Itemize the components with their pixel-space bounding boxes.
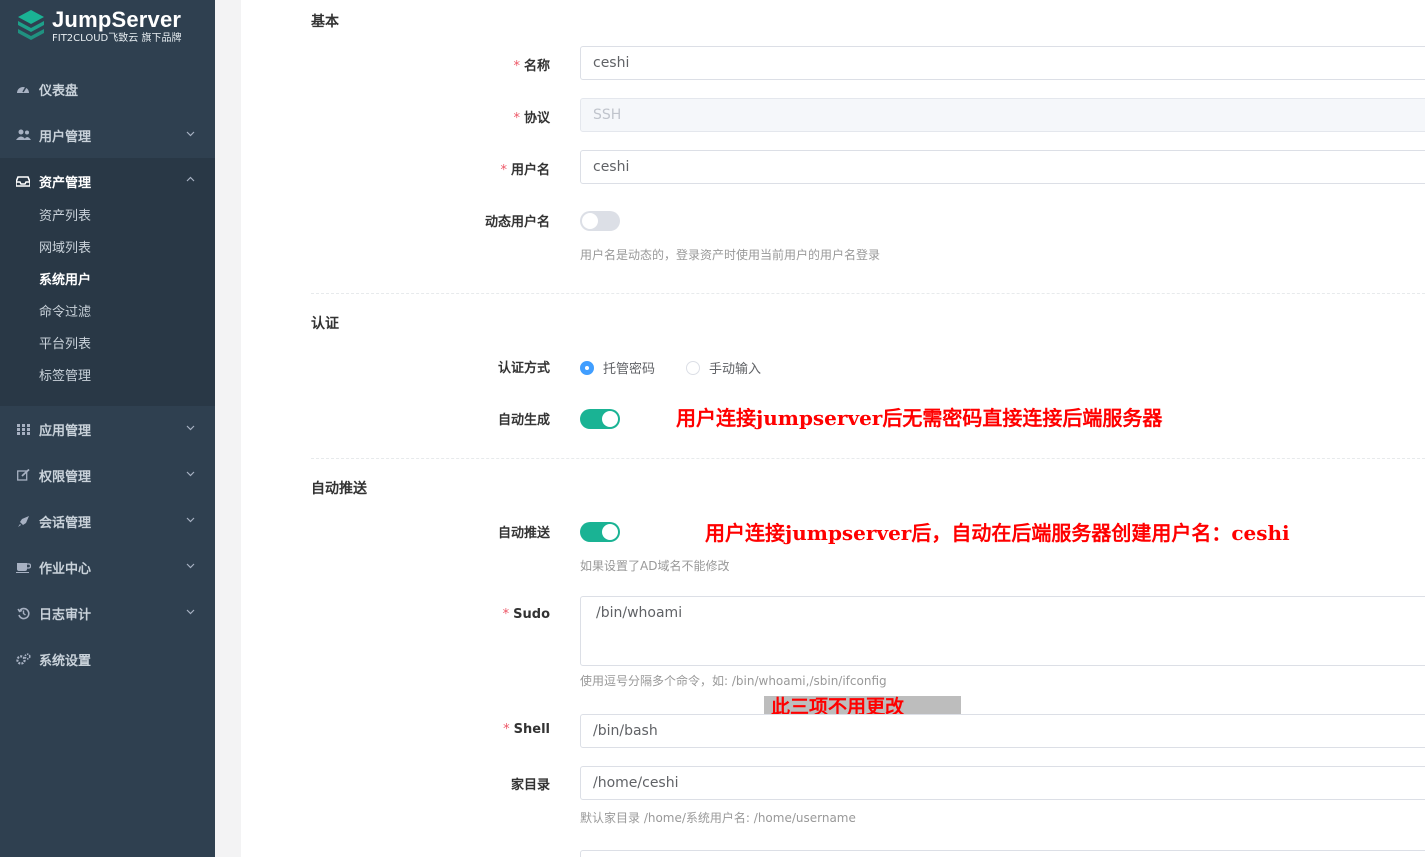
shell-input[interactable]: /bin/bash	[580, 714, 1425, 748]
sidebar-item-label: 仪表盘	[39, 83, 79, 99]
protocol-label: * 协议	[513, 111, 550, 126]
required-mark: *	[502, 607, 510, 622]
rocket-icon	[15, 514, 31, 528]
users-icon	[15, 128, 31, 142]
section-title-auto-push: 自动推送	[311, 481, 367, 497]
brand-logo[interactable]: JumpServer FIT2CLOUD飞致云 旗下品牌	[0, 0, 215, 66]
radio-unchecked-icon	[686, 360, 700, 375]
sidebar-item-label: 资产管理	[39, 175, 92, 191]
section-divider	[311, 458, 1425, 459]
sidebar-subitem-command-filter[interactable]: 命令过滤	[39, 303, 91, 323]
chevron-up-icon	[186, 176, 195, 182]
chevron-down-icon	[186, 471, 195, 477]
switch-knob	[582, 213, 598, 229]
required-mark: *	[513, 59, 520, 74]
required-mark: *	[503, 722, 510, 737]
sudo-label: * Sudo	[502, 607, 550, 622]
sidebar-item-label: 权限管理	[39, 469, 92, 485]
annotation-auto-push: 用户连接jumpserver后，自动在后端服务器创建用户名：ceshi	[705, 521, 1290, 545]
section-title-basic: 基本	[311, 14, 339, 30]
shell-label: * Shell	[503, 722, 550, 737]
username-label: * 用户名	[500, 163, 550, 178]
radio-manual-input[interactable]: 手动输入	[686, 358, 761, 377]
dynamic-username-switch[interactable]	[580, 211, 620, 231]
name-input[interactable]: ceshi	[580, 46, 1425, 80]
inbox-icon	[15, 174, 31, 188]
next-field-input[interactable]	[580, 850, 1425, 857]
sidebar-item-label: 用户管理	[39, 129, 92, 145]
sidebar-item-label: 应用管理	[39, 423, 92, 439]
sidebar-subitem-platform-list[interactable]: 平台列表	[39, 335, 91, 355]
chevron-down-icon	[186, 425, 195, 431]
history-icon	[15, 606, 31, 620]
jumpserver-logo-icon	[18, 10, 44, 40]
radio-checked-icon	[580, 360, 594, 375]
auto-push-hint: 如果设置了AD域名不能修改	[580, 559, 730, 573]
sidebar-item-dashboard[interactable]: 仪表盘	[0, 66, 215, 112]
switch-knob	[602, 411, 618, 427]
sudo-hint: 使用逗号分隔多个命令，如: /bin/whoami,/sbin/ifconfig	[580, 674, 887, 688]
gears-icon	[15, 652, 31, 666]
section-divider	[311, 293, 1425, 294]
protocol-select: SSH	[580, 98, 1425, 132]
sidebar-subitem-asset-list[interactable]: 资产列表	[39, 207, 91, 227]
sidebar-item-assets[interactable]: 资产管理	[0, 158, 215, 204]
dynamic-username-label: 动态用户名	[484, 215, 550, 230]
auto-push-switch[interactable]	[580, 522, 620, 542]
section-title-auth: 认证	[311, 316, 339, 332]
sidebar-item-sessions[interactable]: 会话管理	[0, 498, 215, 544]
brand-title: JumpServer	[52, 7, 182, 32]
sidebar-item-label: 日志审计	[39, 607, 92, 623]
coffee-icon	[15, 560, 31, 574]
brand-subtitle: FIT2CLOUD飞致云 旗下品牌	[52, 33, 182, 44]
content-gutter	[215, 0, 241, 857]
dashboard-icon	[15, 82, 31, 96]
radio-label: 托管密码	[603, 362, 656, 377]
dynamic-username-hint: 用户名是动态的，登录资产时使用当前用户的用户名登录	[580, 248, 881, 262]
username-input[interactable]: ceshi	[580, 150, 1425, 184]
radio-managed-password[interactable]: 托管密码	[580, 358, 655, 377]
home-dir-label: 家目录	[510, 778, 550, 793]
chevron-down-icon	[186, 609, 195, 615]
radio-label: 手动输入	[709, 362, 762, 377]
grid-icon	[15, 422, 31, 436]
edit-icon	[15, 468, 31, 482]
auth-method-label: 认证方式	[497, 361, 550, 376]
sidebar-item-settings[interactable]: 系统设置	[0, 636, 215, 682]
sidebar-item-label: 作业中心	[39, 561, 92, 577]
chevron-down-icon	[186, 563, 195, 569]
chevron-down-icon	[186, 131, 195, 137]
sidebar-item-label: 系统设置	[39, 653, 92, 669]
sidebar-item-applications[interactable]: 应用管理	[0, 406, 215, 452]
auto-generate-label: 自动生成	[497, 413, 550, 428]
home-dir-input[interactable]: /home/ceshi	[580, 766, 1425, 800]
auto-generate-switch[interactable]	[580, 409, 620, 429]
required-mark: *	[500, 163, 507, 178]
sidebar-subitem-label-management[interactable]: 标签管理	[39, 367, 91, 387]
sudo-textarea[interactable]: /bin/whoami	[580, 596, 1425, 666]
annotation-auto-generate: 用户连接jumpserver后无需密码直接连接后端服务器	[676, 406, 1163, 430]
auto-push-label: 自动推送	[497, 526, 550, 541]
sidebar-item-permissions[interactable]: 权限管理	[0, 452, 215, 498]
sidebar-subitem-system-user[interactable]: 系统用户	[39, 271, 91, 291]
sidebar-item-users[interactable]: 用户管理	[0, 112, 215, 158]
required-mark: *	[513, 111, 520, 126]
sidebar-subitem-domain-list[interactable]: 网域列表	[39, 239, 91, 259]
home-dir-hint: 默认家目录 /home/系统用户名: /home/username	[580, 811, 856, 825]
sidebar-item-jobs[interactable]: 作业中心	[0, 544, 215, 590]
sidebar-item-label: 会话管理	[39, 515, 92, 531]
chevron-down-icon	[186, 517, 195, 523]
switch-knob	[602, 524, 618, 540]
sidebar-item-audits[interactable]: 日志审计	[0, 590, 215, 636]
sidebar: JumpServer FIT2CLOUD飞致云 旗下品牌 仪表盘 用户管理 资产…	[0, 0, 215, 857]
name-label: * 名称	[513, 59, 550, 74]
